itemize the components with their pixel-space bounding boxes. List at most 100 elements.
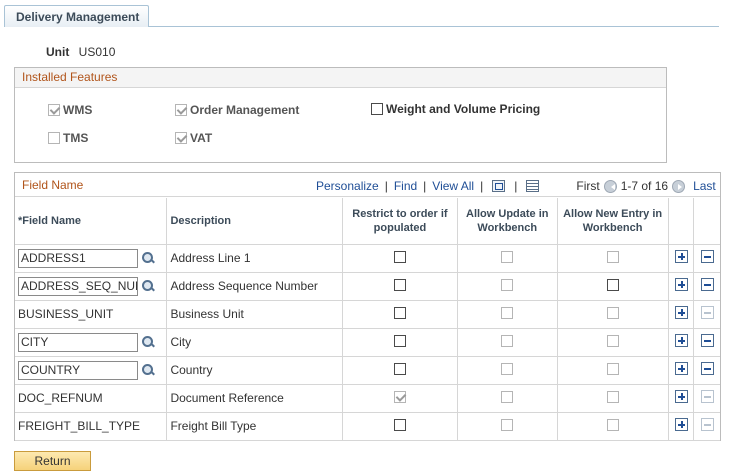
feature-tms-label: TMS bbox=[63, 131, 89, 145]
zoom-grid-icon[interactable] bbox=[492, 180, 506, 192]
wms-checkbox bbox=[48, 104, 60, 116]
delete-row-icon bbox=[700, 390, 714, 403]
unit-row: Unit US010 bbox=[46, 45, 115, 59]
restrict-checkbox[interactable] bbox=[393, 334, 406, 347]
grid-title: Field Name bbox=[22, 178, 84, 192]
delete-row-icon bbox=[700, 306, 714, 319]
field-name-cell: BUSINESS_UNIT bbox=[15, 300, 168, 329]
allow-new-checkbox bbox=[606, 334, 619, 347]
find-link[interactable]: Find bbox=[394, 179, 417, 193]
field-name-cell: DOC_REFNUM bbox=[15, 384, 168, 413]
feature-weight-volume-pricing-label: Weight and Volume Pricing bbox=[386, 102, 541, 116]
allow-update-checkbox bbox=[501, 334, 514, 347]
feature-vat-label: VAT bbox=[190, 131, 213, 145]
add-row-icon[interactable] bbox=[674, 306, 688, 319]
feature-wms: WMS bbox=[48, 103, 92, 117]
col-allow-new: Allow New Entry in Workbench bbox=[557, 198, 669, 245]
description-cell: Address Line 1 bbox=[166, 244, 344, 273]
field-name-grid: Field Name Personalize | Find | View All… bbox=[14, 172, 721, 441]
lookup-icon[interactable] bbox=[140, 334, 156, 350]
view-all-link[interactable]: View All bbox=[432, 179, 474, 193]
table-row: ADDRESS_SEQ_NUM Address Sequence Number bbox=[15, 272, 720, 301]
description-cell: Business Unit bbox=[166, 300, 344, 329]
field-name-cell: FREIGHT_BILL_TYPE bbox=[15, 412, 168, 441]
allow-new-checkbox[interactable] bbox=[606, 278, 619, 291]
col-restrict: Restrict to order if populated bbox=[342, 198, 458, 245]
order-management-checkbox bbox=[175, 104, 187, 116]
col-field-name: *Field Name bbox=[15, 198, 168, 245]
description-cell: Document Reference bbox=[166, 384, 344, 413]
tab-bar: Delivery Management bbox=[0, 0, 731, 28]
description-cell: City bbox=[166, 328, 344, 357]
add-row-icon[interactable] bbox=[674, 390, 688, 403]
add-row-icon[interactable] bbox=[674, 362, 688, 375]
lookup-icon[interactable] bbox=[140, 362, 156, 378]
feature-order-management: Order Management bbox=[175, 103, 299, 117]
previous-page-icon[interactable] bbox=[603, 179, 617, 193]
allow-new-checkbox bbox=[606, 418, 619, 431]
description-cell: Address Sequence Number bbox=[166, 272, 344, 301]
restrict-checkbox[interactable] bbox=[393, 278, 406, 291]
table-row: ADDRESS1 Address Line 1 bbox=[15, 244, 720, 273]
delete-row-icon[interactable] bbox=[700, 362, 714, 375]
table-row: COUNTRY Country bbox=[15, 356, 720, 385]
next-page-icon[interactable] bbox=[672, 179, 686, 193]
page-range: 1-7 of 16 bbox=[620, 179, 669, 193]
allow-update-checkbox bbox=[501, 278, 514, 291]
grid-header-bar: Field Name Personalize | Find | View All… bbox=[15, 173, 720, 197]
allow-update-checkbox bbox=[501, 390, 514, 403]
restrict-checkbox[interactable] bbox=[393, 306, 406, 319]
allow-update-checkbox bbox=[501, 306, 514, 319]
return-button[interactable]: Return bbox=[14, 451, 91, 471]
lookup-icon[interactable] bbox=[140, 278, 156, 294]
allow-new-checkbox bbox=[606, 250, 619, 263]
lookup-icon[interactable] bbox=[140, 250, 156, 266]
field-name-input[interactable]: CITY bbox=[18, 332, 138, 352]
vat-checkbox bbox=[175, 132, 187, 144]
weight-volume-pricing-checkbox[interactable] bbox=[371, 103, 383, 115]
installed-features-panel: Installed Features WMS Order Management … bbox=[14, 67, 667, 163]
feature-vat: VAT bbox=[175, 131, 212, 145]
allow-update-checkbox bbox=[501, 418, 514, 431]
field-name-input[interactable]: ADDRESS_SEQ_NUM bbox=[18, 276, 138, 296]
feature-wms-label: WMS bbox=[63, 103, 93, 117]
unit-label: Unit bbox=[46, 45, 70, 59]
allow-update-checkbox bbox=[501, 250, 514, 263]
delete-row-icon[interactable] bbox=[700, 250, 714, 263]
col-allow-update: Allow Update in Workbench bbox=[457, 198, 558, 245]
field-name-input[interactable]: ADDRESS1 bbox=[18, 248, 138, 268]
add-row-icon[interactable] bbox=[674, 334, 688, 347]
allow-new-checkbox bbox=[606, 390, 619, 403]
feature-tms: TMS bbox=[48, 131, 88, 145]
tab-divider bbox=[149, 26, 719, 27]
add-row-icon[interactable] bbox=[674, 250, 688, 263]
installed-features-title: Installed Features bbox=[15, 68, 666, 88]
description-cell: Freight Bill Type bbox=[166, 412, 344, 441]
allow-new-checkbox bbox=[606, 362, 619, 375]
grid-navigation: Personalize | Find | View All | | First … bbox=[316, 179, 716, 193]
restrict-checkbox[interactable] bbox=[393, 362, 406, 375]
allow-new-checkbox bbox=[606, 306, 619, 319]
allow-update-checkbox bbox=[501, 362, 514, 375]
delete-row-icon bbox=[700, 418, 714, 431]
last-link[interactable]: Last bbox=[693, 179, 716, 193]
feature-weight-volume-pricing[interactable]: Weight and Volume Pricing bbox=[371, 102, 540, 116]
field-table: *Field Name Description Restrict to orde… bbox=[15, 198, 720, 441]
add-row-icon[interactable] bbox=[674, 418, 688, 431]
tab-delivery-management[interactable]: Delivery Management bbox=[4, 5, 149, 27]
field-name-input[interactable]: COUNTRY bbox=[18, 360, 138, 380]
download-spreadsheet-icon[interactable] bbox=[526, 180, 540, 192]
table-row: FREIGHT_BILL_TYPE Freight Bill Type bbox=[15, 412, 720, 441]
tms-checkbox bbox=[48, 132, 60, 144]
delete-row-icon[interactable] bbox=[700, 334, 714, 347]
restrict-checkbox bbox=[393, 390, 406, 403]
unit-value: US010 bbox=[78, 45, 116, 59]
restrict-checkbox[interactable] bbox=[393, 418, 406, 431]
col-description: Description bbox=[166, 198, 344, 245]
add-row-icon[interactable] bbox=[674, 278, 688, 291]
feature-order-management-label: Order Management bbox=[190, 103, 300, 117]
personalize-link[interactable]: Personalize bbox=[316, 179, 379, 193]
restrict-checkbox[interactable] bbox=[393, 250, 406, 263]
first-link: First bbox=[576, 179, 600, 193]
delete-row-icon[interactable] bbox=[700, 278, 714, 291]
